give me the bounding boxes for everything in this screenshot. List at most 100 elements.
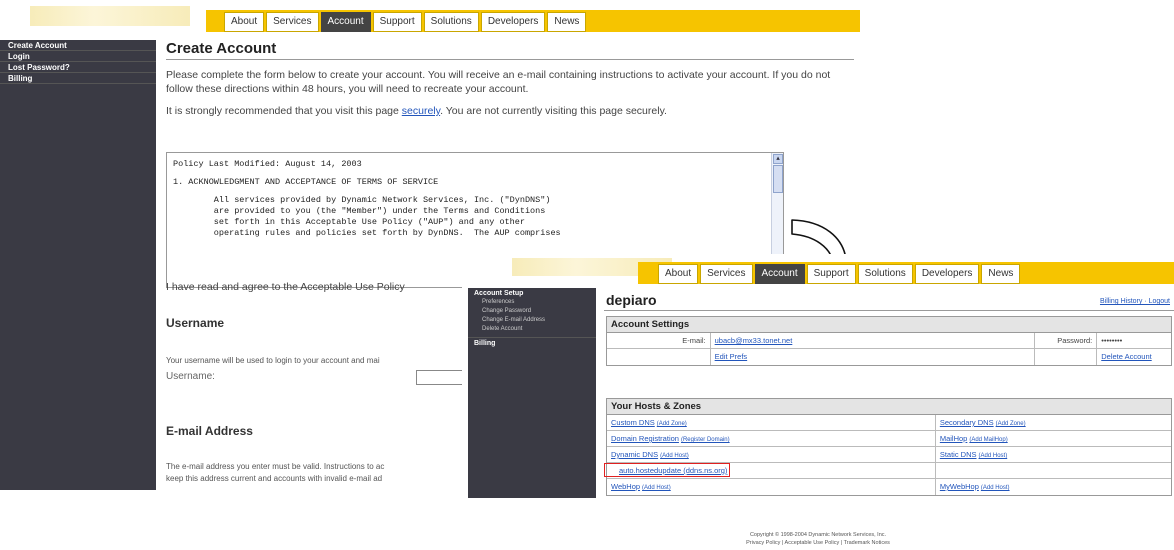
agree-text: I have read and agree to the Acceptable … xyxy=(166,281,405,293)
tab-services[interactable]: Services xyxy=(266,12,319,32)
policy-line: Policy Last Modified: August 14, 2003 xyxy=(173,159,362,169)
email-help-line-1: The e-mail address you enter must be val… xyxy=(166,462,385,471)
edit-prefs-cell: Edit Prefs xyxy=(711,349,1036,365)
host-cell: MyWebHop (Add Host) xyxy=(936,479,1171,495)
secure-notice-post: . You are not currently visiting this pa… xyxy=(440,105,667,117)
sidebar-item-change-e-mail-address[interactable]: Change E-mail Address xyxy=(468,317,596,326)
email-help-line-2: keep this address current and accounts w… xyxy=(166,474,383,483)
sidebar-item-change-password[interactable]: Change Password xyxy=(468,308,596,317)
tab-news[interactable]: News xyxy=(547,12,587,32)
sidebar-item-billing[interactable]: Billing xyxy=(0,73,156,84)
empty-cell xyxy=(1035,349,1098,365)
sidebar-item-login[interactable]: Login xyxy=(0,51,156,62)
site-logo xyxy=(30,6,190,26)
edit-prefs-link[interactable]: Edit Prefs xyxy=(715,352,748,361)
account-settings-title: Account Settings xyxy=(607,317,1171,333)
add-link[interactable]: (Add Host) xyxy=(979,453,1008,459)
securely-link[interactable]: securely xyxy=(402,105,440,117)
email-value-link[interactable]: ubacb@mx33.tonet.net xyxy=(715,336,793,345)
table-row: Edit Prefs Delete Account xyxy=(607,349,1171,365)
tab-news[interactable]: News xyxy=(981,264,1021,284)
add-link[interactable]: (Add Zone) xyxy=(996,421,1026,427)
sidebar-item-delete-account[interactable]: Delete Account xyxy=(468,326,596,335)
add-link[interactable]: (Register Domain) xyxy=(681,437,730,443)
host-link-dynamic-dns[interactable]: Dynamic DNS xyxy=(611,450,658,459)
add-link[interactable]: (Add Host) xyxy=(981,485,1010,491)
add-link[interactable]: (Add Zone) xyxy=(657,421,687,427)
username-label: Username: xyxy=(166,371,215,382)
tab-support[interactable]: Support xyxy=(372,12,422,32)
policy-line: set forth in this Acceptable Use Policy … xyxy=(173,217,525,227)
policy-line: operating rules and policies set forth b… xyxy=(173,228,561,238)
tab-support[interactable]: Support xyxy=(806,264,856,284)
empty-cell xyxy=(607,349,711,365)
account-settings-table: Account Settings E-mail: ubacb@mx33.tone… xyxy=(606,316,1172,366)
account-username: depiaro xyxy=(606,292,657,308)
delete-account-link[interactable]: Delete Account xyxy=(1101,352,1151,361)
add-link[interactable]: (Add MailHop) xyxy=(969,437,1007,443)
secure-notice-pre: It is strongly recommended that you visi… xyxy=(166,105,402,117)
billing-logout-links[interactable]: Billing History · Logout xyxy=(1100,298,1170,305)
host-link-secondary-dns[interactable]: Secondary DNS xyxy=(940,418,994,427)
tab-about[interactable]: About xyxy=(224,12,265,32)
table-row: Domain Registration (Register Domain) Mail… xyxy=(607,431,1171,447)
policy-line: All services provided by Dynamic Network… xyxy=(173,195,551,205)
sidebar-item-billing[interactable]: Billing xyxy=(468,337,596,349)
tab-developers[interactable]: Developers xyxy=(914,264,980,284)
sidebar-item-lost-password[interactable]: Lost Password? xyxy=(0,62,156,73)
tab-account[interactable]: Account xyxy=(320,12,371,32)
table-row: WebHop (Add Host) MyWebHop (Add Host) xyxy=(607,479,1171,495)
sidebar: Create Account Login Lost Password? Billing xyxy=(0,40,156,490)
tab-about[interactable]: About xyxy=(658,264,699,284)
tab-solutions[interactable]: Solutions xyxy=(423,12,479,32)
main-content: Create Account Please complete the form … xyxy=(166,40,856,483)
policy-line: are provided to you (the "Member") under… xyxy=(173,206,546,216)
email-value-cell: ubacb@mx33.tonet.net xyxy=(711,333,1036,348)
scroll-up-icon[interactable]: ▲ xyxy=(773,154,783,164)
hosts-zones-title: Your Hosts & Zones xyxy=(607,399,1171,415)
host-link-domain-registration[interactable]: Domain Registration xyxy=(611,434,679,443)
host-link-mailhop[interactable]: MailHop xyxy=(940,434,968,443)
header-bar: About Services Account Support Solutions Deve… xyxy=(0,0,860,32)
tab-solutions[interactable]: Solutions xyxy=(857,264,913,284)
host-link-custom-dns[interactable]: Custom DNS xyxy=(611,418,655,427)
username-help: Your username will be used to login to y… xyxy=(166,356,380,365)
policy-line xyxy=(173,188,763,195)
footer-copyright: Copyright © 1998-2004 Dynamic Network Se… xyxy=(749,532,887,538)
policy-line xyxy=(173,170,763,177)
username-section-title: Username xyxy=(166,316,225,330)
hosts-rows: Custom DNS (Add Zone) Secondary DNS (Add Zo… xyxy=(607,415,1171,495)
password-label: Password: xyxy=(1035,333,1098,348)
tab-developers[interactable]: Developers xyxy=(480,12,546,32)
sidebar-item-preferences[interactable]: Preferences xyxy=(468,299,596,308)
host-link-mywebhop[interactable]: MyWebHop xyxy=(940,482,979,491)
host-cell: MailHop (Add MailHop) xyxy=(936,431,1171,446)
host-link-static-dns[interactable]: Static DNS xyxy=(940,450,977,459)
host-cell: Secondary DNS (Add Zone) xyxy=(936,415,1171,430)
sidebar-subitems: Preferences Change Password Change E-mail … xyxy=(468,299,596,335)
host-cell: Static DNS (Add Host) xyxy=(936,447,1171,462)
host-cell: WebHop (Add Host) xyxy=(607,479,936,495)
tab-services[interactable]: Services xyxy=(700,264,753,284)
title-divider xyxy=(604,310,1174,311)
table-row: Dynamic DNS (Add Host) Static DNS (Add Host… xyxy=(607,447,1171,463)
email-label: E-mail: xyxy=(607,333,711,348)
host-cell: Dynamic DNS (Add Host) xyxy=(607,447,936,462)
sidebar-heading: Account Setup xyxy=(474,290,524,297)
footer-links[interactable]: Privacy Policy | Acceptable Use Policy |… xyxy=(462,540,1174,546)
page-title: Create Account xyxy=(166,40,854,60)
host-link-webhop[interactable]: WebHop xyxy=(611,482,640,491)
add-link[interactable]: (Add Host) xyxy=(642,485,671,491)
tab-account[interactable]: Account xyxy=(754,264,805,284)
sidebar-item-create-account[interactable]: Create Account xyxy=(0,40,156,51)
dynamic-dns-highlight xyxy=(604,463,730,477)
email-section-title: E-mail Address xyxy=(166,424,253,438)
table-row: Custom DNS (Add Zone) Secondary DNS (Add Zo… xyxy=(607,415,1171,431)
delete-account-cell: Delete Account xyxy=(1097,349,1171,365)
main-nav-tabs: About Services Account Support Solutions Deve… xyxy=(224,12,588,32)
host-cell: Custom DNS (Add Zone) xyxy=(607,415,936,430)
scroll-thumb[interactable] xyxy=(773,165,783,193)
password-value: •••••••• xyxy=(1101,336,1123,345)
host-cell: Domain Registration (Register Domain) xyxy=(607,431,936,446)
add-link[interactable]: (Add Host) xyxy=(660,453,689,459)
